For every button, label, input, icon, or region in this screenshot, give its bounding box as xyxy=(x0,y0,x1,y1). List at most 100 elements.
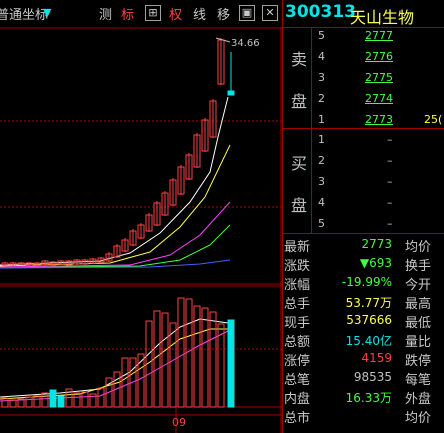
candle-body xyxy=(227,90,235,96)
stat-value: -19.99% xyxy=(341,275,392,289)
stat-label-secondary: 最高 xyxy=(405,297,432,312)
buy-side-label-bottom: 盘 xyxy=(291,196,308,215)
stat-label: 总笔 xyxy=(284,373,311,388)
sell-level-number: 3 xyxy=(318,71,325,84)
volume-bar xyxy=(209,311,217,408)
sell-level-number: 4 xyxy=(318,50,325,63)
stat-value: 15.40亿 xyxy=(345,334,392,348)
volume-bar xyxy=(201,307,209,408)
buy-level-price: – xyxy=(387,175,393,188)
candle-body xyxy=(33,262,41,265)
close-chart-button[interactable]: ✕ xyxy=(262,5,278,21)
volume-bar xyxy=(97,387,105,408)
sell-level-price: 2775 xyxy=(365,71,393,84)
kline-chart[interactable]: 34.66 09 xyxy=(0,27,282,433)
buy-level-price: – xyxy=(387,154,393,167)
volume-bar xyxy=(227,319,235,408)
buy-level-price: – xyxy=(387,196,393,209)
coordinate-mode-label[interactable]: 普通坐标 xyxy=(0,4,48,23)
sell-side-label-top: 卖 xyxy=(291,50,308,69)
stat-label-secondary: 换手 xyxy=(405,259,432,274)
sell-level-number: 2 xyxy=(318,92,325,105)
stat-label: 总额 xyxy=(284,335,311,350)
sell-level-price: 2774 xyxy=(365,92,393,105)
chart-toolbar: 普通坐标 ▼ 测 标 ⊞ 权 线 移 ▣ ✕ xyxy=(0,0,282,27)
stat-label: 内盘 xyxy=(284,392,311,407)
stat-value: 537666 xyxy=(346,313,392,327)
stat-label-secondary: 每笔 xyxy=(405,373,432,388)
stat-label-secondary: 最低 xyxy=(405,316,432,331)
coordinate-dropdown-icon[interactable]: ▼ xyxy=(43,6,51,19)
volume-bar xyxy=(161,312,169,408)
volume-bar xyxy=(217,323,225,408)
measure-button[interactable]: 测 xyxy=(99,4,112,23)
stat-label: 涨跌 xyxy=(284,259,311,274)
buy-level-price: – xyxy=(387,217,393,230)
stat-label: 总手 xyxy=(284,297,311,312)
window-mode-button[interactable]: ▣ xyxy=(239,5,255,21)
stat-label-secondary: 跌停 xyxy=(405,354,432,369)
rights-adjust-button[interactable]: 权 xyxy=(169,4,182,23)
move-button[interactable]: 移 xyxy=(217,4,230,23)
ma-line xyxy=(0,96,229,266)
stat-value: 16.33万 xyxy=(345,391,392,405)
volume-bar xyxy=(49,389,57,408)
stat-label: 最新 xyxy=(284,240,311,255)
overlay-button[interactable]: ⊞ xyxy=(145,5,161,21)
stat-label-secondary: 今开 xyxy=(405,278,432,293)
volume-bar xyxy=(81,391,89,408)
stat-value: 53.77万 xyxy=(345,296,392,310)
volume-bar xyxy=(1,397,9,408)
buy-level-number: 2 xyxy=(318,154,325,167)
volume-bar xyxy=(185,298,193,408)
buy-level-number: 5 xyxy=(318,217,325,230)
stat-label-secondary: 均价 xyxy=(405,240,432,255)
volume-bar xyxy=(9,399,17,408)
orderbook-label-divider xyxy=(311,27,312,233)
mark-button[interactable]: 标 xyxy=(121,4,134,23)
panel-divider xyxy=(282,0,283,433)
stat-value: 2773 xyxy=(361,237,392,251)
stat-label-secondary: 量比 xyxy=(405,335,432,350)
volume-bar xyxy=(33,395,41,408)
sell-level-number: 5 xyxy=(318,29,325,42)
line-tool-button[interactable]: 线 xyxy=(193,4,206,23)
stat-label-secondary: 外盘 xyxy=(405,392,432,407)
sell-level-price: 2777 xyxy=(365,29,393,42)
stat-value: ▼693 xyxy=(359,256,392,270)
candle-body xyxy=(17,262,25,265)
stat-label: 总市 xyxy=(284,411,311,426)
header-divider xyxy=(282,27,444,28)
orderbook-divider xyxy=(282,233,444,234)
stat-value: 4159 xyxy=(361,351,392,365)
buy-level-number: 3 xyxy=(318,175,325,188)
ma-line xyxy=(0,144,231,267)
volume-bars xyxy=(1,297,235,408)
volume-bar xyxy=(121,357,129,408)
volume-bar xyxy=(169,322,177,408)
quote-header: 300313 天山生物 xyxy=(283,0,444,27)
stock-name: 天山生物 xyxy=(350,8,415,27)
buy-level-number: 1 xyxy=(318,133,325,146)
stat-label: 现手 xyxy=(284,316,311,331)
sell-level-price: 2776 xyxy=(365,50,393,63)
buy-level-price: – xyxy=(387,133,393,146)
sell-level-price: 2773 xyxy=(365,113,393,126)
date-axis-label: 09 xyxy=(172,416,186,429)
volume-bar xyxy=(25,396,33,408)
high-price-marker: 34.66 xyxy=(215,37,260,49)
high-price-label: 34.66 xyxy=(231,38,260,49)
stat-label-secondary: 均价 xyxy=(405,411,432,426)
sell-buy-divider xyxy=(282,128,444,129)
volume-bar xyxy=(153,310,161,408)
stat-label: 涨幅 xyxy=(284,278,311,293)
sell-level-number: 1 xyxy=(318,113,325,126)
volume-bar xyxy=(41,392,49,408)
moving-average-lines xyxy=(0,96,231,269)
sell-level-volume: 25( xyxy=(424,113,443,126)
volume-bar xyxy=(73,392,81,408)
volume-bar xyxy=(57,395,65,408)
volume-bar xyxy=(177,297,185,408)
stat-label: 涨停 xyxy=(284,354,311,369)
stock-code: 300313 xyxy=(285,2,356,22)
